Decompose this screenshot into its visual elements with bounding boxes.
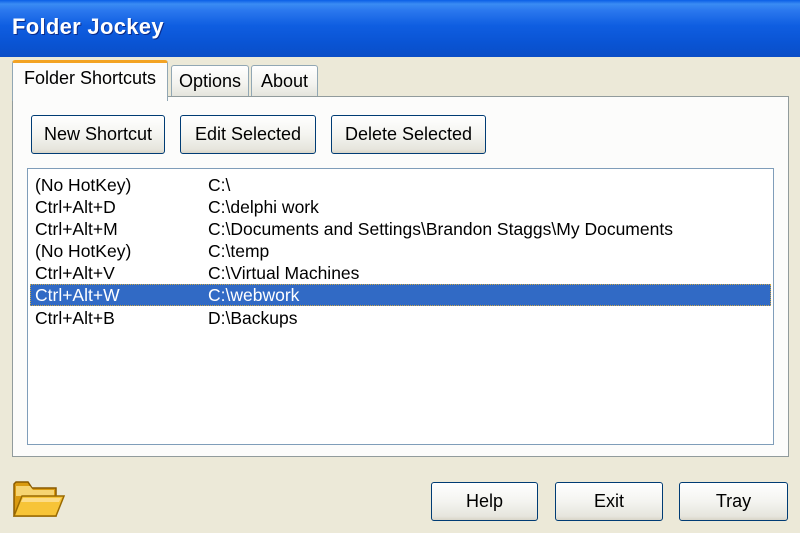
hotkey-cell: Ctrl+Alt+M: [35, 219, 118, 239]
window-title: Folder Jockey: [12, 14, 164, 39]
edit-selected-button[interactable]: Edit Selected: [180, 115, 316, 154]
tab-about[interactable]: About: [251, 65, 318, 96]
path-cell: C:\delphi work: [208, 197, 319, 217]
tab-options[interactable]: Options: [171, 65, 249, 96]
help-button[interactable]: Help: [431, 482, 538, 521]
list-item[interactable]: (No HotKey) C:\: [30, 174, 771, 196]
list-item[interactable]: (No HotKey) C:\temp: [30, 240, 771, 262]
list-item[interactable]: Ctrl+Alt+M C:\Documents and Settings\Bra…: [30, 218, 771, 240]
path-cell: C:\temp: [208, 241, 270, 261]
tray-button[interactable]: Tray: [679, 482, 788, 521]
hotkey-cell: (No HotKey): [35, 241, 132, 261]
folder-icon: [12, 481, 66, 517]
hotkey-cell: (No HotKey): [35, 175, 132, 195]
hotkey-cell: Ctrl+Alt+B: [35, 308, 115, 328]
path-cell: D:\Backups: [208, 308, 298, 328]
hotkey-cell: Ctrl+Alt+W: [35, 285, 120, 305]
title-bar[interactable]: Folder Jockey: [0, 0, 800, 57]
new-shortcut-button[interactable]: New Shortcut: [31, 115, 165, 154]
shortcut-list[interactable]: (No HotKey) C:\ Ctrl+Alt+D C:\delphi wor…: [27, 168, 774, 445]
list-item[interactable]: Ctrl+Alt+V C:\Virtual Machines: [30, 262, 771, 284]
hotkey-cell: Ctrl+Alt+V: [35, 263, 115, 283]
path-cell: C:\Documents and Settings\Brandon Staggs…: [208, 219, 673, 239]
hotkey-cell: Ctrl+Alt+D: [35, 197, 116, 217]
path-cell: C:\Virtual Machines: [208, 263, 360, 283]
list-item-selected[interactable]: Ctrl+Alt+W C:\webwork: [30, 284, 771, 306]
list-item[interactable]: Ctrl+Alt+B D:\Backups: [30, 307, 771, 329]
tab-folder-shortcuts[interactable]: Folder Shortcuts: [12, 60, 168, 101]
path-cell: C:\webwork: [208, 285, 300, 305]
delete-selected-button[interactable]: Delete Selected: [331, 115, 486, 154]
exit-button[interactable]: Exit: [555, 482, 663, 521]
path-cell: C:\: [208, 175, 231, 195]
list-item[interactable]: Ctrl+Alt+D C:\delphi work: [30, 196, 771, 218]
